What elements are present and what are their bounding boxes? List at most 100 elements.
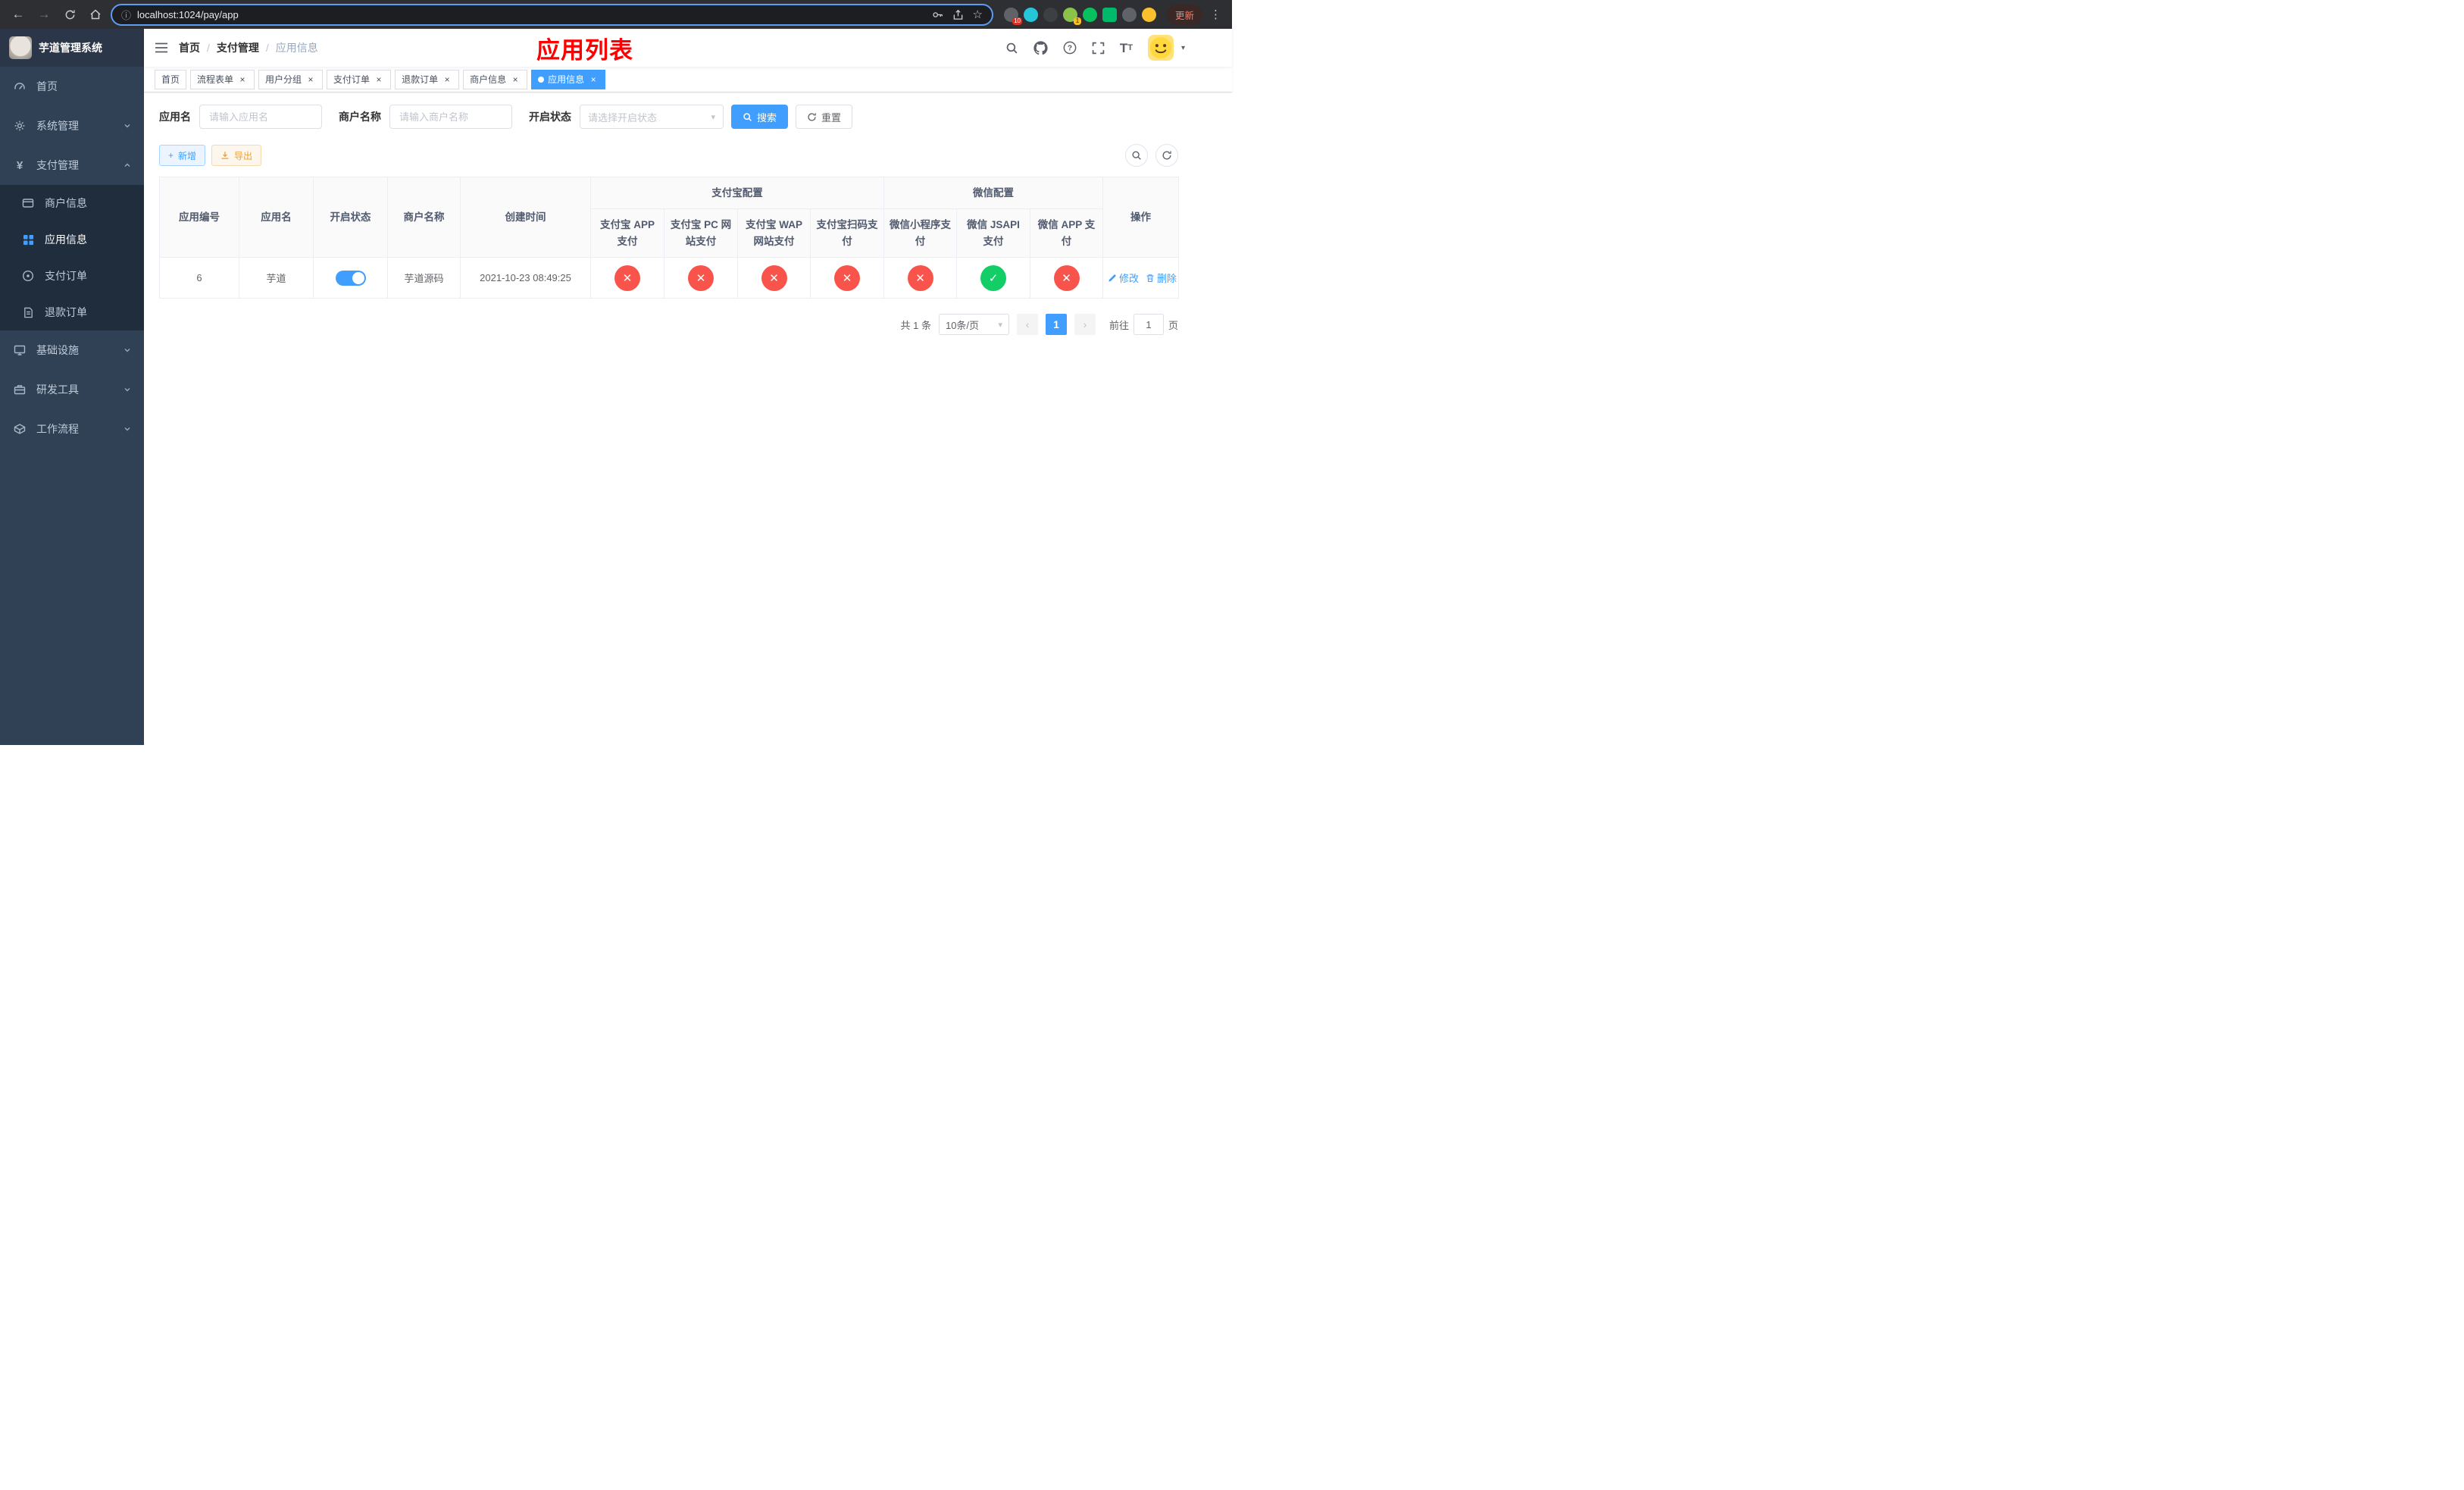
extension-icon-teal[interactable] <box>1023 7 1038 22</box>
svg-text:?: ? <box>1068 45 1072 53</box>
cell-merchant: 芋道源码 <box>387 257 461 299</box>
tab-process-form[interactable]: 流程表单 × <box>190 69 255 89</box>
delete-link[interactable]: 删除 <box>1146 271 1177 285</box>
sidebar-item-system[interactable]: 系统管理 <box>0 106 144 146</box>
chevron-down-icon: ▾ <box>711 112 715 122</box>
download-icon <box>221 152 229 159</box>
payment-submenu: 商户信息 应用信息 支付订单 退款订单 <box>0 185 144 330</box>
cell-actions: 修改 删除 <box>1102 257 1180 299</box>
sidebar-menu: 首页 系统管理 ¥ 支付管理 商户信息 应用信息 支付订单 退款订单 基础设施 … <box>0 67 144 745</box>
grid-icon <box>21 234 35 246</box>
close-icon[interactable]: × <box>305 74 316 85</box>
sidebar-item-infrastructure[interactable]: 基础设施 <box>0 330 144 370</box>
goto-unit: 页 <box>1168 319 1178 331</box>
col-header-wechat-jsapi: 微信 JSAPI 支付 <box>956 208 1030 258</box>
cell-create-time: 2021-10-23 08:49:25 <box>460 257 591 299</box>
refresh-button[interactable] <box>1155 144 1178 167</box>
sidebar-item-home[interactable]: 首页 <box>0 67 144 106</box>
col-header-app-id: 应用编号 <box>159 177 239 258</box>
tab-app-info[interactable]: 应用信息 × <box>531 69 606 89</box>
tab-home[interactable]: 首页 <box>155 69 187 89</box>
tab-user-group[interactable]: 用户分组 × <box>258 69 324 89</box>
order-circle-icon <box>21 270 35 282</box>
app-name-label: 应用名 <box>159 111 191 123</box>
sidebar-item-app-info[interactable]: 应用信息 <box>0 221 144 258</box>
goto-page-input[interactable] <box>1133 314 1164 335</box>
tab-pay-orders[interactable]: 支付订单 × <box>327 69 392 89</box>
yen-icon: ¥ <box>16 158 23 172</box>
export-button[interactable]: 导出 <box>211 145 262 166</box>
wechat-mini-status-icon: ✕ <box>907 265 933 291</box>
plus-icon: + <box>168 150 174 161</box>
github-icon[interactable] <box>1033 40 1048 55</box>
table-toolbar: + 新增 导出 <box>159 144 1178 167</box>
breadcrumb-payment[interactable]: 支付管理 <box>217 40 259 55</box>
status-label: 开启状态 <box>529 111 571 123</box>
wechat-jsapi-status-icon: ✓ <box>980 265 1006 291</box>
reload-icon[interactable] <box>59 4 80 25</box>
extension-icon-green-badged[interactable]: 1 <box>1062 7 1081 25</box>
font-size-icon[interactable]: TT <box>1120 42 1133 55</box>
status-select[interactable]: 请选择开启状态 ▾ <box>580 105 724 129</box>
address-bar[interactable]: ⓘ localhost:1024/pay/app ☆ <box>111 3 993 26</box>
extension-icon-wechat[interactable] <box>1082 7 1097 22</box>
merchant-name-input[interactable] <box>389 105 512 129</box>
chevron-down-icon: ▾ <box>998 320 1002 330</box>
browser-chrome: ← → ⓘ localhost:1024/pay/app ☆ 10 1 更新 ⋮ <box>0 0 1232 29</box>
reset-button[interactable]: 重置 <box>796 105 853 129</box>
forward-icon[interactable]: → <box>33 4 55 25</box>
profile-avatar-icon[interactable] <box>1141 7 1156 22</box>
alipay-scan-status-icon: ✕ <box>834 265 860 291</box>
bookmark-star-icon[interactable]: ☆ <box>973 8 983 21</box>
search-button[interactable]: 搜索 <box>731 105 789 129</box>
app-name-input[interactable] <box>199 105 322 129</box>
extension-icon-green-square[interactable] <box>1102 7 1117 22</box>
active-tab-dot <box>538 76 545 83</box>
search-icon[interactable] <box>1005 42 1018 55</box>
tab-refund-orders[interactable]: 退款订单 × <box>395 69 460 89</box>
sidebar-item-payment[interactable]: ¥ 支付管理 <box>0 146 144 185</box>
trash-icon <box>1146 274 1154 282</box>
browser-menu-icon[interactable]: ⋮ <box>1207 8 1224 21</box>
page-size-select[interactable]: 10条/页 ▾ <box>938 314 1009 335</box>
sidebar-logo[interactable]: 芋道管理系统 <box>0 29 144 67</box>
enable-switch[interactable] <box>335 270 366 286</box>
hamburger-icon[interactable] <box>155 42 168 54</box>
sidebar-item-merchant-info[interactable]: 商户信息 <box>0 185 144 221</box>
extension-icon-dark[interactable] <box>1043 7 1058 22</box>
close-icon[interactable]: × <box>237 74 248 85</box>
home-icon[interactable] <box>85 4 106 25</box>
help-icon[interactable]: ? <box>1063 41 1077 55</box>
sidebar-item-pay-orders[interactable]: 支付订单 <box>0 258 144 294</box>
share-icon[interactable] <box>952 9 964 20</box>
browser-update-button[interactable]: 更新 <box>1166 4 1202 25</box>
extension-icon-pin[interactable] <box>1121 7 1137 22</box>
toggle-search-button[interactable] <box>1125 144 1148 167</box>
site-info-icon[interactable]: ⓘ <box>121 8 131 22</box>
edit-link[interactable]: 修改 <box>1108 271 1139 285</box>
avatar-caret-icon[interactable]: ▾ <box>1181 44 1185 52</box>
extension-icon-puzzle[interactable]: 10 <box>1003 7 1022 25</box>
user-avatar[interactable] <box>1147 35 1174 61</box>
password-key-icon[interactable] <box>932 9 943 20</box>
add-button[interactable]: + 新增 <box>159 145 206 166</box>
breadcrumb-home[interactable]: 首页 <box>179 40 200 55</box>
back-icon[interactable]: ← <box>8 4 29 25</box>
sidebar-item-refund-orders[interactable]: 退款订单 <box>0 294 144 330</box>
col-header-alipay-app: 支付宝 APP 支付 <box>590 208 664 258</box>
close-icon[interactable]: × <box>588 74 599 85</box>
close-icon[interactable]: × <box>442 74 452 85</box>
tab-merchant-info[interactable]: 商户信息 × <box>463 69 528 89</box>
close-icon[interactable]: × <box>374 74 384 85</box>
merchant-name-label: 商户名称 <box>339 111 381 123</box>
pagination: 共 1 条 10条/页 ▾ ‹ 1 › 前往 页 <box>159 314 1178 335</box>
prev-page-button[interactable]: ‹ <box>1016 314 1038 335</box>
breadcrumb: 首页 / 支付管理 / 应用信息 <box>179 40 318 55</box>
next-page-button[interactable]: › <box>1074 314 1096 335</box>
sidebar-item-dev-tools[interactable]: 研发工具 <box>0 370 144 409</box>
close-icon[interactable]: × <box>510 74 521 85</box>
fullscreen-icon[interactable] <box>1092 42 1105 55</box>
sidebar: 芋道管理系统 首页 系统管理 ¥ 支付管理 商户信息 应用信息 支付订单 退款订… <box>0 29 144 745</box>
page-number-button[interactable]: 1 <box>1045 314 1067 335</box>
sidebar-item-workflow[interactable]: 工作流程 <box>0 409 144 449</box>
